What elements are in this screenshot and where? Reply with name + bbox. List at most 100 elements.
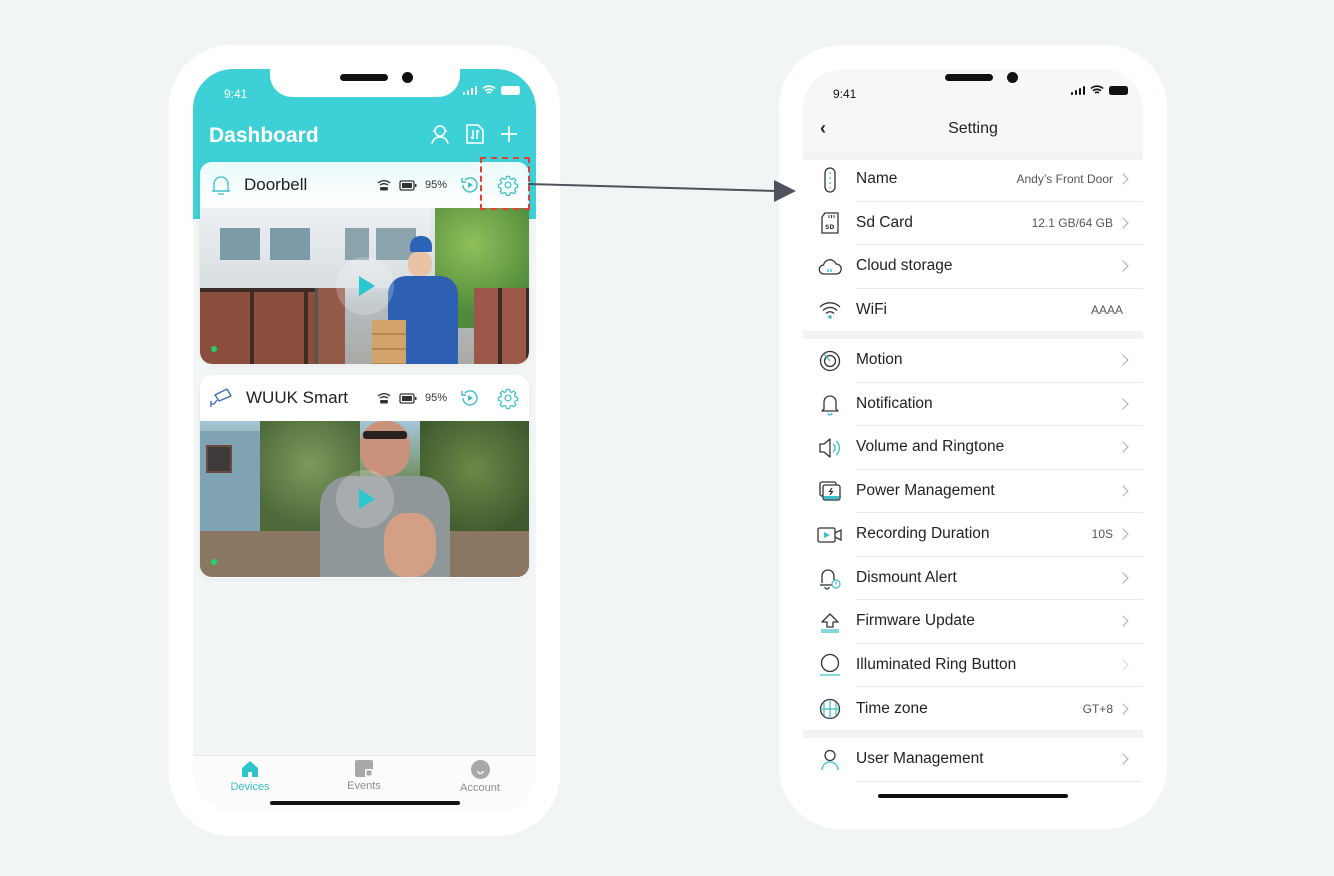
plus-icon[interactable] [499, 124, 519, 144]
page-title: Dashboard [209, 124, 319, 147]
tab-label: Devices [230, 781, 270, 793]
device-status: 95% [377, 179, 447, 191]
setting-row-illuminated-ring[interactable]: Illuminated Ring Button [803, 644, 1143, 687]
live-indicator [211, 559, 217, 565]
setting-value: 12.1 GB/64 GB [1031, 215, 1113, 230]
video-thumbnail[interactable] [200, 421, 529, 577]
play-button[interactable] [335, 470, 394, 528]
setting-label: Motion [856, 351, 903, 369]
ring-icon [819, 654, 840, 676]
setting-value: Andy’s Front Door [1016, 172, 1114, 187]
group-divider [803, 331, 1143, 339]
playback-icon[interactable] [459, 174, 481, 196]
arrow-annotation [528, 180, 796, 202]
chevron-right-icon [1117, 659, 1129, 671]
signal-icon [1070, 85, 1085, 95]
tag-icon [823, 167, 836, 193]
chevron-right-icon [1117, 485, 1129, 497]
video-icon [816, 527, 842, 543]
setting-label: Dismount Alert [856, 568, 957, 586]
device-card[interactable]: WUUK Smart 95% [200, 375, 529, 578]
events-icon [355, 760, 373, 777]
playback-icon[interactable] [459, 387, 481, 409]
setting-row-sd-card[interactable]: SD Sd Card 12.1 GB/64 GB [803, 202, 1143, 245]
customer-service-icon[interactable] [429, 123, 451, 145]
setting-row-volume[interactable]: Volume and Ringtone [803, 426, 1143, 470]
chevron-right-icon [1117, 217, 1129, 229]
status-icons [462, 85, 520, 95]
setting-row-cloud-storage[interactable]: Cloud storage [803, 245, 1143, 289]
signal-icon [462, 85, 477, 95]
motion-icon [819, 350, 840, 371]
setting-value: AAAA [1090, 303, 1123, 318]
phone-notch [873, 69, 1073, 97]
home-indicator [878, 794, 1068, 798]
power-icon [818, 481, 841, 501]
settings-highlight [480, 157, 530, 210]
chevron-right-icon [1117, 572, 1129, 584]
setting-label: User Management [856, 750, 984, 768]
play-button[interactable] [335, 257, 394, 315]
live-indicator [211, 346, 217, 352]
wifi-status-icon [1090, 85, 1104, 94]
wifi-signal-icon [377, 180, 391, 191]
alert-bell-icon [819, 569, 841, 590]
gear-icon[interactable] [497, 387, 519, 409]
setting-row-name[interactable]: Name Andy’s Front Door [803, 158, 1143, 202]
battery-icon [399, 392, 417, 404]
chevron-right-icon [1117, 753, 1129, 765]
device-card-header: WUUK Smart 95% [200, 375, 529, 421]
setting-row-firmware-update[interactable]: Firmware Update [803, 600, 1143, 644]
setting-row-time-zone[interactable]: Time zone GT+8 [803, 687, 1143, 731]
tab-label: Events [347, 780, 381, 792]
device-status: 95% [377, 392, 447, 404]
chevron-right-icon [1117, 173, 1129, 185]
phone-notch [269, 69, 460, 97]
chevron-right-icon [1117, 615, 1129, 627]
svg-text:SD: SD [825, 224, 834, 231]
setting-label: WiFi [856, 301, 887, 319]
chevron-right-icon [1117, 398, 1129, 410]
setting-label: Sd Card [856, 213, 913, 231]
speaker-icon [818, 438, 840, 458]
chevron-right-icon [1117, 354, 1129, 366]
tab-events[interactable]: Events [324, 760, 404, 792]
bell-icon [820, 395, 839, 416]
home-indicator [269, 801, 460, 805]
setting-value: 10S [1091, 527, 1113, 542]
video-thumbnail[interactable] [200, 208, 529, 364]
tab-devices[interactable]: Devices [210, 760, 290, 793]
transfer-icon[interactable] [465, 123, 485, 145]
battery-status-icon [1109, 85, 1128, 95]
setting-row-motion[interactable]: Motion [803, 339, 1143, 383]
group-divider [803, 730, 1143, 738]
page-title: Setting [948, 120, 998, 137]
tab-label: Account [460, 782, 500, 794]
setting-screen: 9:41 ‹ Setting Name Andy’s Front Door SD … [803, 69, 1143, 809]
setting-row-user-management[interactable]: User Management [803, 738, 1143, 782]
account-icon [470, 760, 490, 779]
setting-label: Notification [856, 394, 933, 412]
setting-row-recording-duration[interactable]: Recording Duration 10S [803, 513, 1143, 557]
upload-icon [820, 613, 839, 633]
setting-row-notification[interactable]: Notification [803, 383, 1143, 426]
setting-label: Recording Duration [856, 525, 990, 543]
setting-row-power[interactable]: Power Management [803, 470, 1143, 513]
setting-label: Power Management [856, 481, 995, 499]
status-icons [1070, 85, 1128, 95]
battery-level: 95% [424, 392, 447, 404]
setting-row-dismount-alert[interactable]: Dismount Alert [803, 557, 1143, 600]
setting-label: Firmware Update [856, 612, 975, 630]
device-name: Doorbell [244, 175, 308, 194]
device-name: WUUK Smart [246, 388, 348, 407]
battery-icon [399, 179, 417, 191]
setting-row-wifi[interactable]: WiFi AAAA [803, 289, 1143, 333]
setting-value: GT+8 [1082, 701, 1113, 716]
chevron-right-icon [1117, 441, 1129, 453]
cloud-icon [818, 258, 842, 275]
globe-icon [819, 698, 840, 719]
tab-account[interactable]: Account [440, 760, 520, 794]
bell-icon [212, 176, 230, 195]
header-actions [429, 123, 519, 145]
user-icon [820, 749, 839, 770]
